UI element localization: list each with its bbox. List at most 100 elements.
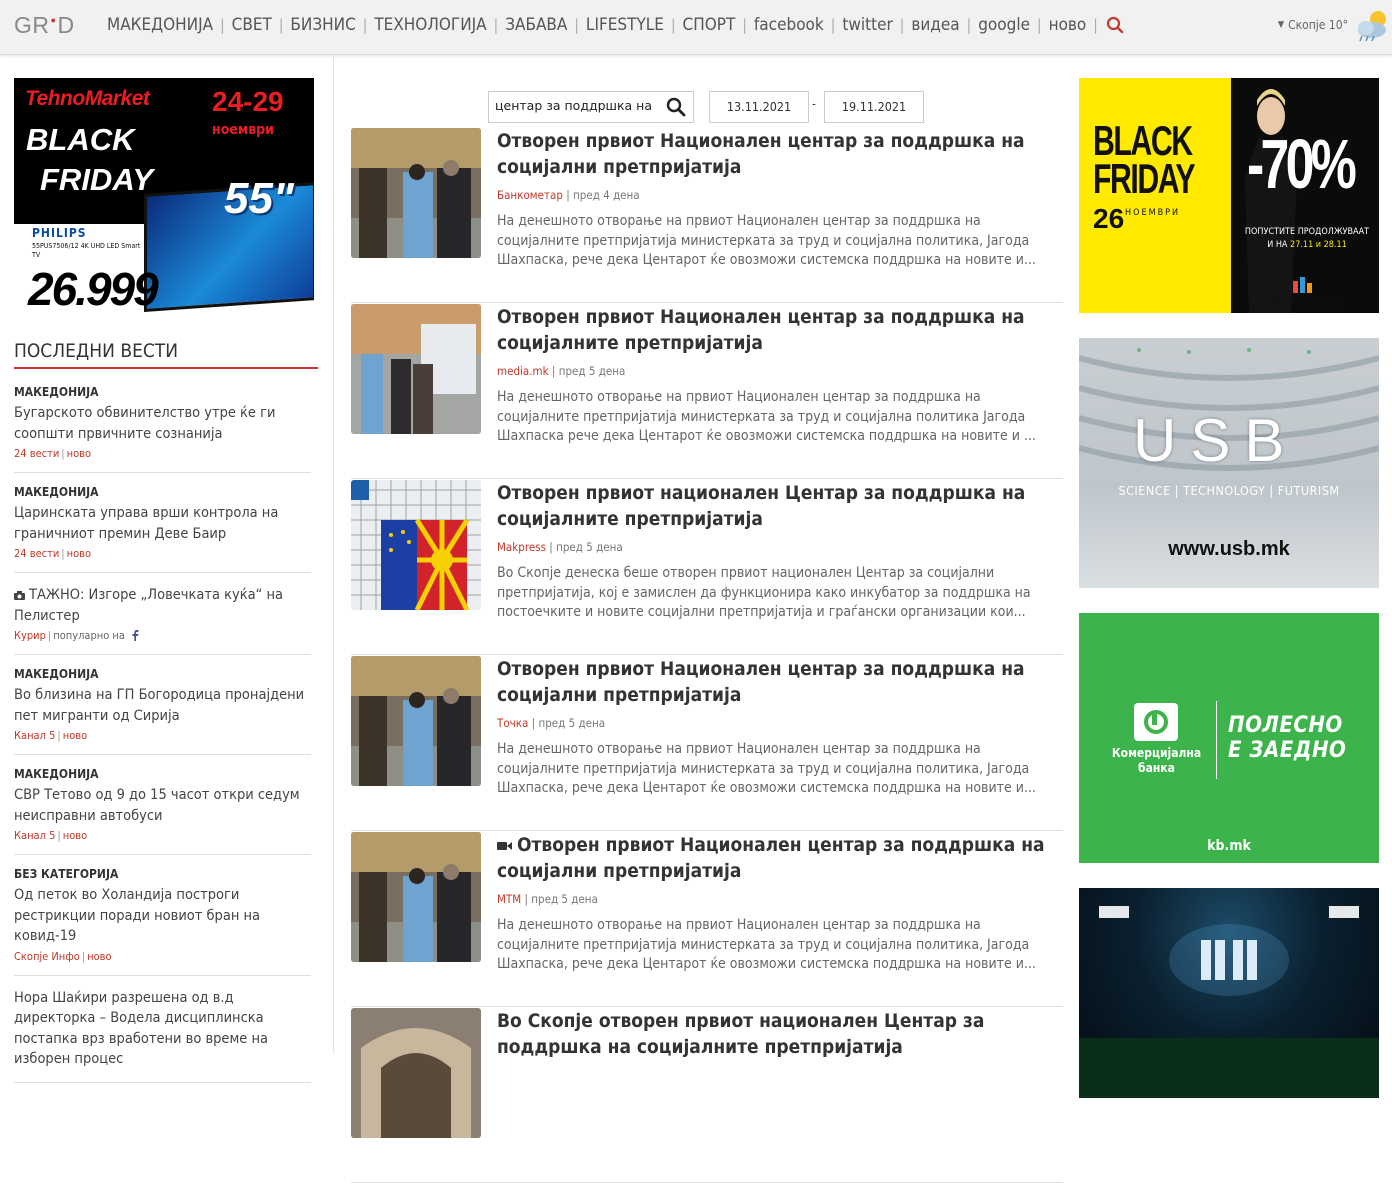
search-result: Отворен првиот Национален центар за подд… bbox=[351, 832, 1063, 1007]
nav-item[interactable]: МАКЕДОНИЈА bbox=[100, 15, 220, 35]
news-title[interactable]: СВР Тетово од 9 до 15 часот откри седум … bbox=[14, 785, 311, 826]
search-input[interactable] bbox=[495, 98, 655, 113]
date-to-field[interactable]: 19.11.2021 bbox=[824, 91, 924, 123]
result-title[interactable]: Отворен првиот национален Центар за подд… bbox=[497, 480, 1063, 532]
search-icon[interactable] bbox=[666, 97, 686, 117]
news-source[interactable]: 24 вести bbox=[14, 447, 59, 460]
result-thumbnail[interactable] bbox=[351, 304, 481, 434]
search-results: Отворен првиот Национален центар за подд… bbox=[351, 128, 1063, 1184]
nav-item[interactable]: БИЗНИС bbox=[283, 15, 362, 35]
result-title[interactable]: Отворен првиот Национален центар за подд… bbox=[497, 304, 1063, 356]
meta-separator: | bbox=[524, 892, 528, 906]
nav-item[interactable]: ТЕХНОЛОГИЈА bbox=[367, 15, 493, 35]
weather-widget[interactable]: ▼ Скопје 10° bbox=[1278, 8, 1392, 42]
news-source[interactable]: Курир bbox=[14, 629, 46, 642]
nav-separator: | bbox=[1093, 16, 1098, 34]
nav-item[interactable]: видеа bbox=[904, 15, 966, 35]
result-time: пред 5 дена bbox=[558, 364, 626, 378]
ad-discount: -70% bbox=[1247, 125, 1357, 203]
news-tag: ново bbox=[66, 547, 92, 560]
kb-name: Комерцијална банка bbox=[1111, 746, 1202, 775]
news-source[interactable]: Канал 5 bbox=[14, 829, 55, 842]
ad-dates: 24-29 bbox=[212, 86, 284, 117]
logo-gr: GR bbox=[14, 12, 50, 38]
result-source[interactable]: Банкометар bbox=[497, 188, 563, 202]
date-from-field[interactable]: 13.11.2021 bbox=[709, 91, 809, 123]
ad-product-brand: PHILIPS bbox=[32, 226, 87, 240]
news-source[interactable]: Канал 5 bbox=[14, 729, 55, 742]
result-body: Во Скопје отворен првиот национален Цент… bbox=[497, 1008, 1063, 1060]
result-source[interactable]: media.mk bbox=[497, 364, 549, 378]
nav-item[interactable]: twitter bbox=[835, 15, 899, 35]
nav-item[interactable]: ново bbox=[1042, 15, 1094, 35]
mall-logo: Skopje City Mall bbox=[1259, 275, 1349, 308]
meta-separator: | bbox=[531, 716, 536, 730]
nav-item[interactable]: СПОРТ bbox=[676, 15, 743, 35]
result-thumbnail[interactable] bbox=[351, 1008, 481, 1138]
ad-model: 55PUS7506/12 4K UHD LED Smart TV bbox=[32, 242, 141, 259]
news-category: МАКЕДОНИЈА bbox=[14, 485, 99, 499]
news-title[interactable]: Нора Шаќири разрешена од в.д директорка … bbox=[14, 988, 311, 1070]
news-source[interactable]: Скопје Инфо bbox=[14, 950, 80, 963]
result-body: Отворен првиот национален Центар за подд… bbox=[497, 480, 1063, 623]
news-source[interactable]: 24 вести bbox=[14, 547, 59, 560]
result-title[interactable]: Отворен првиот Национален центар за подд… bbox=[497, 656, 1063, 708]
nav-item[interactable]: google bbox=[971, 15, 1037, 35]
latest-news-heading: ПОСЛЕДНИ ВЕСТИ bbox=[14, 340, 318, 369]
news-category: БЕЗ КАТЕГОРИЈА bbox=[14, 867, 119, 881]
result-title[interactable]: Отворен првиот Национален центар за подд… bbox=[497, 128, 1063, 180]
result-source[interactable]: Makpress bbox=[497, 540, 546, 554]
result-body: Отворен првиот Национален центар за подд… bbox=[497, 832, 1063, 975]
result-title[interactable]: Во Скопје отворен првиот национален Цент… bbox=[497, 1008, 1063, 1060]
news-title[interactable]: Во близина на ГП Богородица пронајдени п… bbox=[14, 685, 311, 726]
result-thumbnail[interactable] bbox=[351, 480, 481, 610]
news-title[interactable]: Од петок во Холандија построги рестрикци… bbox=[14, 885, 311, 947]
meta-separator: | bbox=[61, 547, 65, 560]
latest-news-item[interactable]: МАКЕДОНИЈА СВР Тетово од 9 до 15 часот от… bbox=[14, 767, 311, 855]
result-source[interactable]: Точка bbox=[497, 716, 528, 730]
result-body: Отворен првиот Национален центар за подд… bbox=[497, 656, 1063, 799]
nav-item[interactable]: facebook bbox=[747, 15, 831, 35]
search-icon[interactable] bbox=[1106, 16, 1124, 34]
result-thumbnail[interactable] bbox=[351, 128, 481, 258]
usb-ad[interactable]: USB SCIENCE | TECHNOLOGY | FUTURISM www.… bbox=[1079, 338, 1379, 588]
result-time: пред 5 дена bbox=[538, 716, 606, 730]
result-thumbnail[interactable] bbox=[351, 656, 481, 786]
latest-news-item[interactable]: БЕЗ КАТЕГОРИЈА Од петок во Холандија пост… bbox=[14, 867, 311, 976]
nav-item[interactable]: СВЕТ bbox=[225, 15, 279, 35]
meta-separator: | bbox=[57, 729, 61, 742]
kb-slogan: ПОЛЕСНО Е ЗАЕДНО bbox=[1228, 713, 1347, 763]
caret-down-icon: ▼ bbox=[1277, 20, 1285, 30]
blackfriday-mall-ad[interactable]: BLACK FRIDAY 26 НОЕМВРИ -70% ПОПУСТИТЕ ПР… bbox=[1079, 78, 1379, 313]
result-time: пред 4 дена bbox=[572, 188, 640, 202]
ad-size: 55" bbox=[224, 174, 294, 223]
news-title[interactable]: Царинската управа врши контрола на грани… bbox=[14, 503, 311, 544]
nav-item[interactable]: LIFESTYLE bbox=[579, 15, 671, 35]
latest-news-item[interactable]: МАКЕДОНИЈА Царинската управа врши контрол… bbox=[14, 485, 311, 573]
latest-news-item[interactable]: МАКЕДОНИЈА Во близина на ГП Богородица пр… bbox=[14, 667, 311, 755]
kb-divider bbox=[1216, 701, 1217, 779]
ad-black-friday-text: BLACK FRIDAY bbox=[1093, 117, 1196, 202]
nav-item[interactable]: ЗАБАВА bbox=[498, 15, 574, 35]
latest-news-item[interactable]: Нора Шаќири разрешена од в.д директорка … bbox=[14, 988, 311, 1083]
news-title[interactable]: ТАЖНО: Изгоре „Ловечката куќа“ на Пелист… bbox=[14, 585, 311, 626]
news-meta: 24 вести | ново bbox=[14, 447, 311, 460]
latest-news-item[interactable]: МАКЕДОНИЈА Бугарското обвинителство утре … bbox=[14, 385, 311, 473]
kb-bank-ad[interactable]: Комерцијална банка ПОЛЕСНО Е ЗАЕДНО kb.mk bbox=[1079, 613, 1379, 863]
news-meta: Курир | популарно на bbox=[14, 629, 311, 642]
result-thumbnail[interactable] bbox=[351, 832, 481, 962]
result-source[interactable]: МТМ bbox=[497, 892, 521, 906]
ad-note: ПОПУСТИТЕ ПРОДОЛЖУВААТ И НА 27.11 и 28.11 bbox=[1244, 227, 1370, 250]
news-tag: ново bbox=[87, 949, 112, 963]
news-title[interactable]: Бугарското обвинителство утре ќе ги сооп… bbox=[14, 403, 311, 444]
latest-news-item[interactable]: ТАЖНО: Изгоре „Ловечката куќа“ на Пелист… bbox=[14, 585, 311, 655]
search-result: Отворен првиот Национален центар за подд… bbox=[351, 128, 1063, 303]
news-category: МАКЕДОНИЈА bbox=[14, 767, 99, 781]
result-title[interactable]: Отворен првиот Национален центар за подд… bbox=[497, 832, 1063, 884]
usb-logo: USB bbox=[1133, 407, 1299, 474]
site-logo[interactable]: GR●D bbox=[14, 12, 75, 39]
result-time: пред 5 дена bbox=[531, 892, 598, 906]
search-result: Отворен првиот Национален центар за подд… bbox=[351, 304, 1063, 479]
tehnomarket-ad[interactable]: TehnoMarket 24-29 ноември BLACK FRIDAY 5… bbox=[14, 78, 314, 317]
stadium-ad[interactable] bbox=[1079, 888, 1379, 1098]
